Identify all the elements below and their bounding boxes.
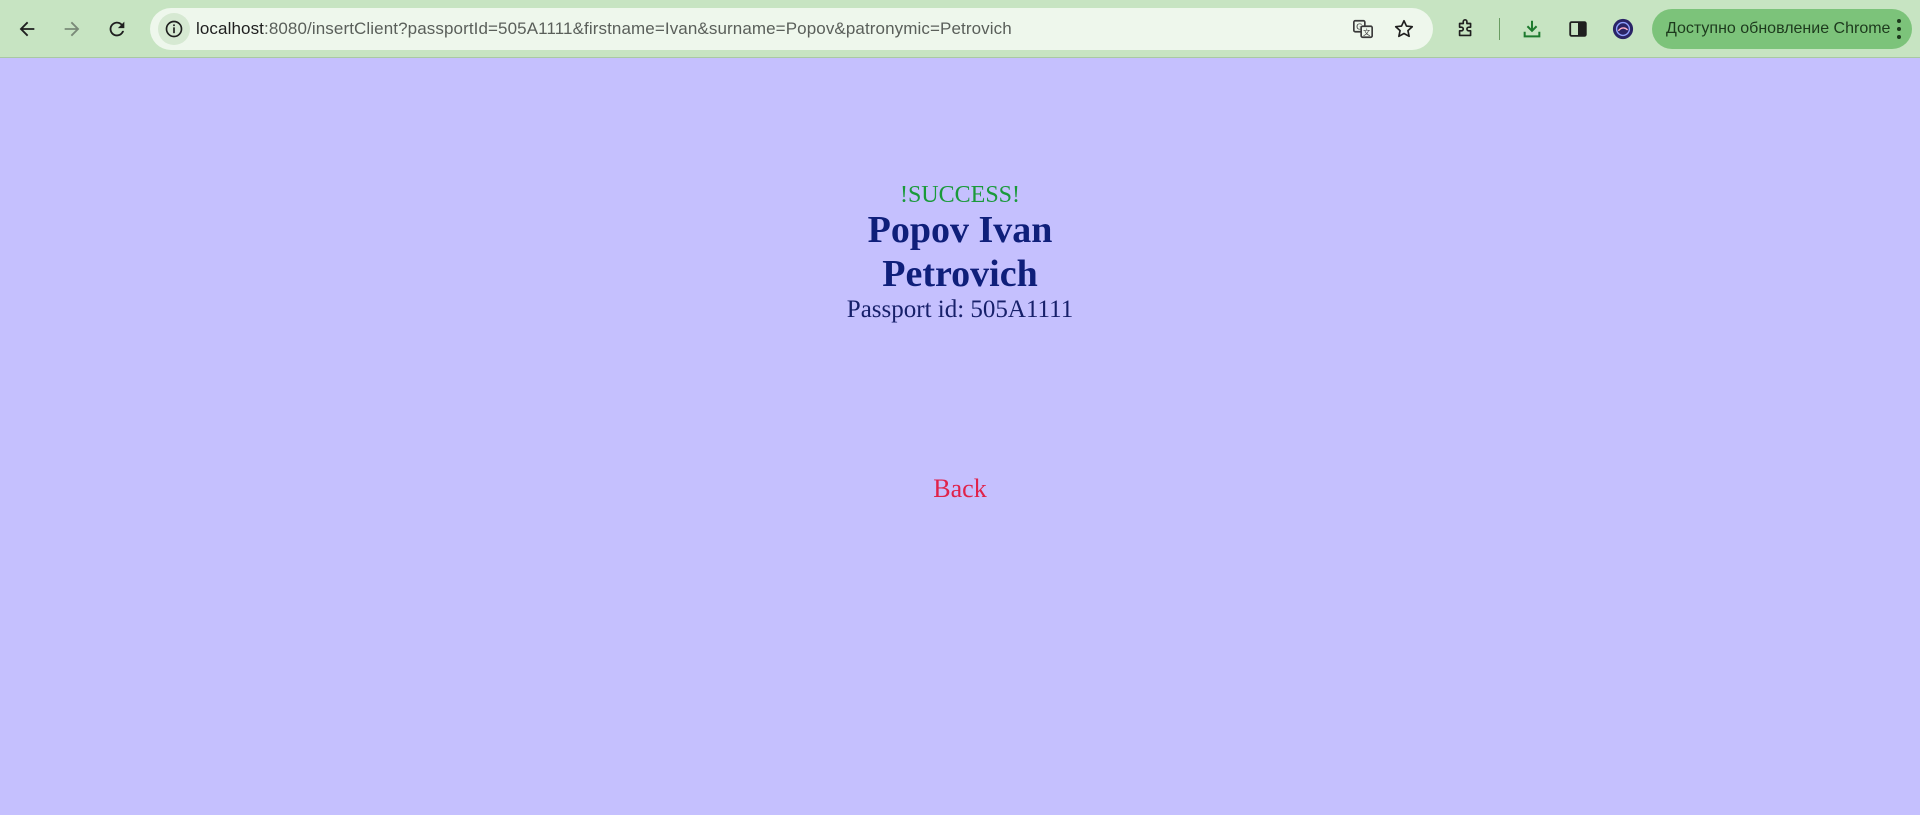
address-bar[interactable]: localhost:8080/insertClient?passportId=5…	[150, 8, 1433, 50]
extensions-icon[interactable]	[1449, 12, 1483, 46]
back-link[interactable]: Back	[0, 474, 1920, 504]
download-icon[interactable]	[1515, 12, 1549, 46]
url-path: :8080/insertClient?passportId=505A1111&f…	[264, 19, 1012, 38]
back-arrow-icon[interactable]	[10, 12, 44, 46]
forward-arrow-icon[interactable]	[55, 12, 89, 46]
chrome-update-label: Доступно обновление Chrome	[1666, 20, 1891, 37]
reload-icon[interactable]	[100, 12, 134, 46]
bookmark-star-icon[interactable]	[1391, 16, 1417, 42]
side-panel-icon[interactable]	[1561, 12, 1595, 46]
url-text[interactable]: localhost:8080/insertClient?passportId=5…	[196, 19, 1012, 39]
translate-icon[interactable]: G文	[1350, 16, 1376, 42]
passport-id-text: Passport id: 505A1111	[846, 296, 1074, 323]
browser-toolbar: localhost:8080/insertClient?passportId=5…	[0, 0, 1920, 58]
site-info-icon[interactable]	[158, 13, 190, 45]
client-full-name: Popov Ivan Petrovich	[867, 209, 1053, 295]
kebab-menu-icon[interactable]	[1896, 18, 1902, 40]
toolbar-divider	[1499, 18, 1500, 40]
profile-avatar[interactable]	[1606, 12, 1640, 46]
svg-text:文: 文	[1363, 28, 1371, 37]
chrome-update-button[interactable]: Доступно обновление Chrome	[1652, 9, 1912, 49]
success-message: !SUCCESS!	[899, 182, 1021, 208]
url-host: localhost	[196, 19, 264, 38]
